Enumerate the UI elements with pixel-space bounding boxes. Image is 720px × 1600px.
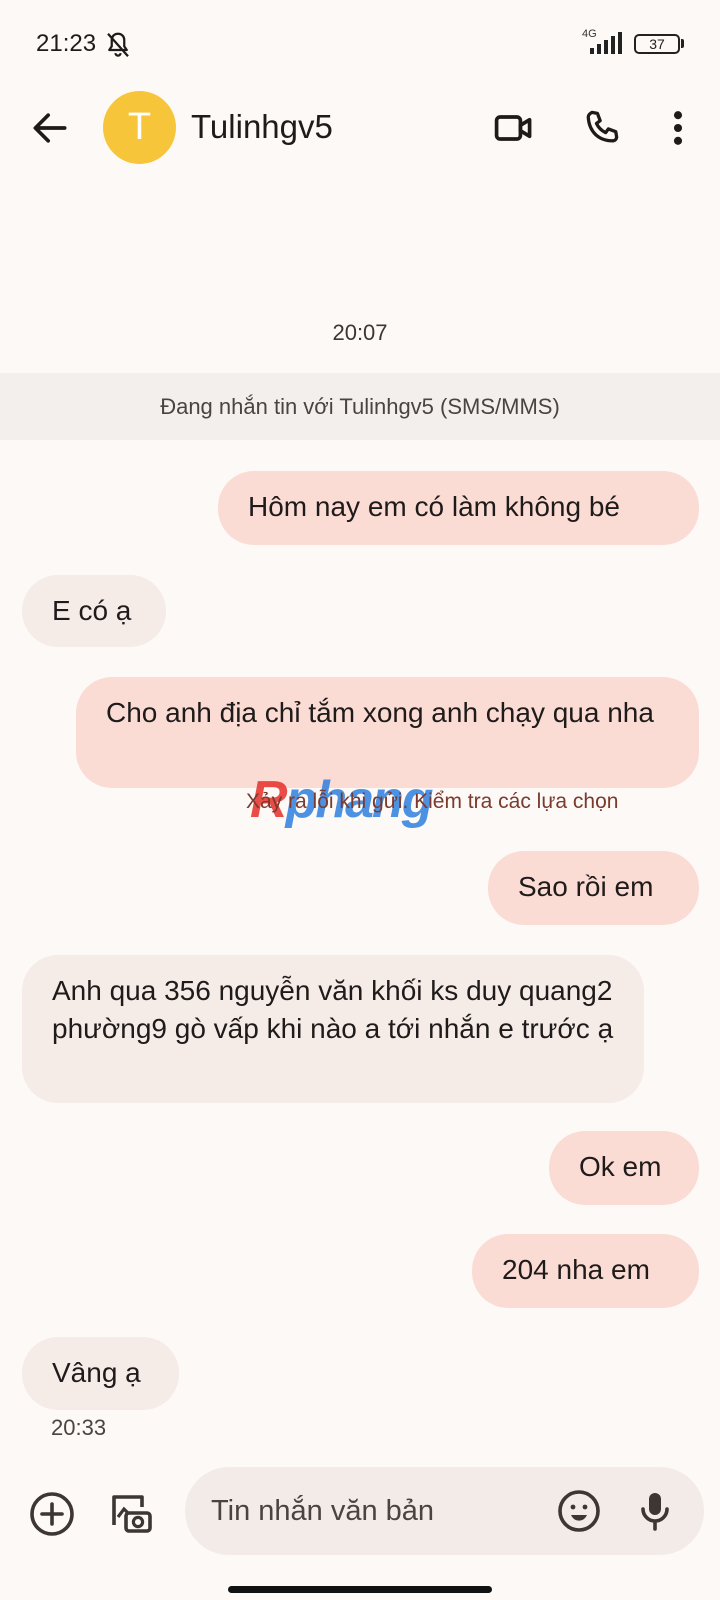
notifications-off-icon xyxy=(107,32,129,57)
phone-icon[interactable] xyxy=(580,106,624,150)
battery-nub xyxy=(681,39,684,48)
message-bubble-incoming[interactable]: Vâng ạ xyxy=(22,1337,179,1410)
contact-name[interactable]: Tulinhgv5 xyxy=(191,108,333,146)
status-time: 21:23 xyxy=(36,30,97,57)
messages-screen: 21:23 4G 37 T Tulinhgv5 20:07 Đang nhắn … xyxy=(0,0,720,1600)
send-error-text[interactable]: Xảy ra lỗi khi gửi. Kiểm tra các lựa chọ… xyxy=(246,790,618,814)
battery-level: 37 xyxy=(649,36,665,52)
message-bubble-outgoing[interactable]: Ok em xyxy=(549,1131,699,1205)
status-bar: 21:23 4G 37 xyxy=(0,0,720,90)
message-bubble-outgoing[interactable]: Hôm nay em có làm không bé xyxy=(218,471,699,545)
emoji-icon[interactable] xyxy=(555,1487,603,1535)
gallery-icon[interactable] xyxy=(106,1488,154,1538)
message-bubble-incoming[interactable]: Anh qua 356 nguyễn văn khối ks duy quang… xyxy=(22,955,644,1103)
message-input[interactable] xyxy=(211,1489,531,1533)
battery-icon: 37 xyxy=(634,34,680,54)
avatar[interactable]: T xyxy=(103,91,176,164)
message-bubble-incoming[interactable]: E có ạ xyxy=(22,575,166,647)
more-vert-icon[interactable] xyxy=(656,106,700,150)
message-bubble-outgoing[interactable]: 204 nha em xyxy=(472,1234,699,1308)
mic-icon[interactable] xyxy=(631,1487,679,1535)
home-indicator[interactable] xyxy=(228,1586,492,1593)
back-arrow-icon[interactable] xyxy=(28,106,72,150)
message-bubble-outgoing[interactable]: Sao rồi em xyxy=(488,851,699,925)
signal-icon xyxy=(590,32,622,54)
conversation-header: T Tulinhgv5 xyxy=(0,88,720,168)
video-call-icon[interactable] xyxy=(492,106,536,150)
add-circle-icon[interactable] xyxy=(28,1490,76,1538)
date-stamp: 20:07 xyxy=(332,320,388,345)
sms-info-banner: Đang nhắn tin với Tulinhgv5 (SMS/MMS) xyxy=(0,373,720,440)
message-timestamp: 20:33 xyxy=(51,1415,107,1440)
compose-box xyxy=(185,1467,704,1555)
